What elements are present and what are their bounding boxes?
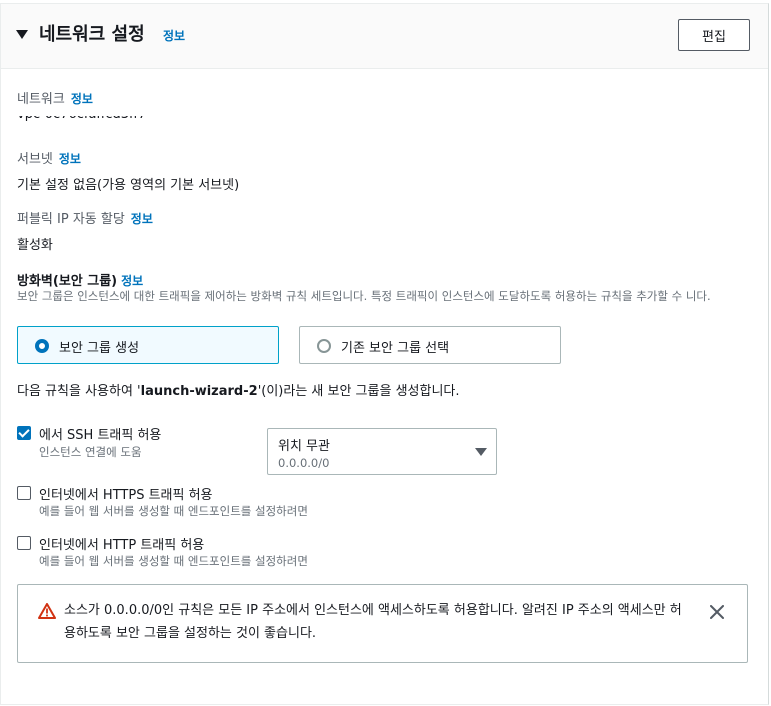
public-ip-label: 퍼블릭 IP 자동 할당 정보 [17,208,153,227]
select-existing-group-label: 기존 보안 그룹 선택 [341,341,450,356]
collapse-caret-icon[interactable] [16,30,28,39]
subnet-info-link[interactable]: 정보 [59,152,81,166]
ssh-source-cidr: 0.0.0.0/0 [278,456,330,470]
subnet-label-text: 서브넷 [17,152,53,167]
public-ip-info-link[interactable]: 정보 [131,212,153,226]
ssh-source-value: 위치 무관 [278,439,330,454]
allow-ssh-checkbox[interactable] [17,426,31,440]
network-label-text: 네트워크 [17,92,65,107]
allow-ssh-label[interactable]: 에서 SSH 트래픽 허용 [39,424,161,443]
allow-ssh-description: 인스턴스 연결에 도움 [39,445,142,459]
select-existing-group-option[interactable]: 기존 보안 그룹 선택 [299,326,561,364]
public-ip-label-text: 퍼블릭 IP 자동 할당 [17,212,125,227]
allow-http-description: 예를 들어 웹 서버를 생성할 때 엔드포인트를 설정하려면 [39,554,308,568]
header-info-link[interactable]: 정보 [163,27,185,44]
sentence-suffix: '(이)라는 새 보안 그룹을 생성합니다. [257,384,460,399]
network-value-text: vpc-0c76cfaffcd3ff7 [17,116,146,122]
subnet-label: 서브넷 정보 [17,148,81,167]
edit-button[interactable]: 편집 [678,19,750,51]
warning-icon [38,603,56,619]
firewall-label: 방화벽(보안 그룹) 정보 [17,270,143,289]
create-security-group-option[interactable]: 보안 그룹 생성 [17,326,279,364]
allow-http-label[interactable]: 인터넷에서 HTTP 트래픽 허용 [39,534,204,553]
firewall-description: 보안 그룹은 인스턴스에 대한 트래픽을 제어하는 방화벽 규칙 세트입니다. … [17,289,711,303]
ssh-source-select[interactable]: 위치 무관 0.0.0.0/0 [267,428,497,475]
panel-header: 네트워크 설정 정보 편집 [1,4,768,69]
firewall-info-link[interactable]: 정보 [121,274,143,288]
network-label: 네트워크 정보 [17,88,93,107]
page-title: 네트워크 설정 [39,24,145,45]
alert-message: 소스가 0.0.0.0/0인 규칙은 모든 IP 주소에서 인스턴스에 액세스하… [64,603,682,641]
open-source-warning-alert: 소스가 0.0.0.0/0인 규칙은 모든 IP 주소에서 인스턴스에 액세스하… [17,584,748,663]
allow-https-description: 예를 들어 웹 서버를 생성할 때 엔드포인트를 설정하려면 [39,504,308,518]
allow-https-label[interactable]: 인터넷에서 HTTPS 트래픽 허용 [39,484,213,503]
new-group-sentence: 다음 규칙을 사용하여 'launch-wizard-2'(이)라는 새 보안 … [17,380,460,399]
allow-https-checkbox[interactable] [17,486,31,500]
firewall-label-text: 방화벽(보안 그룹) [17,274,118,289]
public-ip-value: 활성화 [17,238,53,253]
sentence-prefix: 다음 규칙을 사용하여 ' [17,384,141,399]
subnet-value: 기본 설정 없음(가용 영역의 기본 서브넷) [17,178,240,193]
network-settings-panel: 네트워크 설정 정보 편집 네트워크정보 vpc-0c76cfaffcd3ff7… [0,3,769,705]
create-security-group-label: 보안 그룹 생성 [59,341,140,356]
radio-unselected-icon[interactable] [317,339,331,353]
radio-selected-icon[interactable] [35,339,49,353]
close-icon[interactable] [710,605,724,619]
network-info-link[interactable]: 정보 [71,92,93,106]
security-group-name: launch-wizard-2 [140,384,258,399]
allow-http-checkbox[interactable] [17,536,31,550]
network-value: vpc-0c76cfaffcd3ff7 [17,116,217,122]
caret-down-icon[interactable] [475,448,487,456]
